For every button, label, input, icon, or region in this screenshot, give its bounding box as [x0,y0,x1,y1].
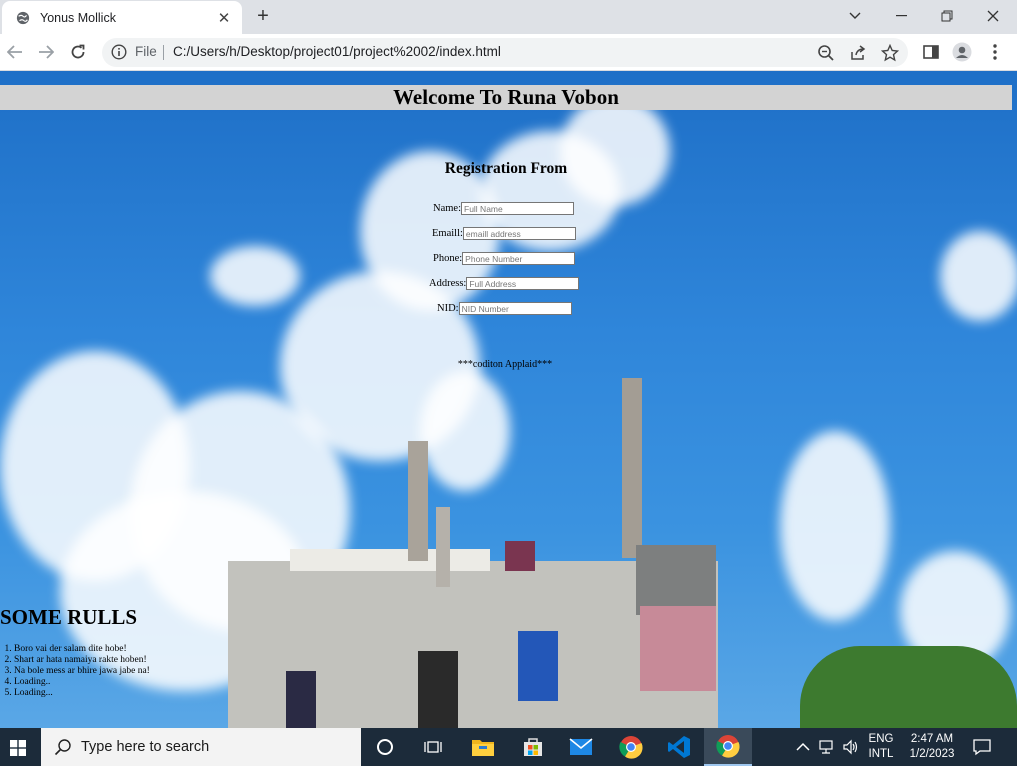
name-label: Name: [433,203,461,214]
bookmark-star-icon[interactable] [881,44,899,62]
rule-item: Boro vai der salam dite hobe! [14,644,150,655]
page-title: Welcome To Runa Vobon [0,85,1012,110]
notification-center-icon[interactable] [972,738,992,756]
cortana-icon[interactable] [361,728,409,766]
show-hidden-icons-chevron-icon[interactable] [796,728,810,766]
side-panel-icon[interactable] [921,42,941,62]
rule-item: Loading.. [14,677,150,688]
language-code: ENG [868,733,894,745]
input-language-indicator[interactable]: ENG INTL [866,732,896,762]
tab-search-chevron-icon[interactable] [832,0,878,32]
window-close-icon[interactable] [970,0,1016,32]
clock-date: 1/2/2023 [909,748,955,760]
rule-item: Shart ar hata namaiya rakte hoben! [14,655,150,666]
tab-strip: Yonus Mollick ✕ + [0,0,1017,34]
rule-item: Na bole mess ar bhire jawa jabe na! [14,666,150,677]
browser-tab[interactable]: Yonus Mollick ✕ [2,1,242,34]
email-label: Emaill: [432,228,463,239]
rules-heading: SOME RULLS [0,605,138,629]
name-field-row: Name: [433,202,574,215]
more-menu-icon[interactable] [985,42,1005,62]
address-bar[interactable]: File C:/Users/h/Desktop/project01/projec… [102,38,908,67]
microsoft-store-icon[interactable] [509,728,557,766]
email-input[interactable] [462,227,576,240]
address-scheme-label: File [135,44,157,59]
vscode-icon[interactable] [655,728,703,766]
chrome-icon[interactable] [607,728,655,766]
address-separator [163,45,164,60]
search-icon [54,739,71,756]
reload-icon[interactable] [67,41,89,63]
page-viewport: Welcome To Runa Vobon Registration From … [0,71,1017,728]
file-explorer-icon[interactable] [459,728,507,766]
chrome-active-icon[interactable] [704,728,752,766]
back-arrow-icon[interactable] [4,41,26,63]
minimize-icon[interactable] [878,0,924,32]
nid-field-row: NID: [437,302,572,315]
address-input[interactable] [466,277,580,290]
profile-avatar-icon[interactable] [952,42,972,62]
search-placeholder: Type here to search [81,739,210,755]
task-view-icon[interactable] [409,728,457,766]
tab-close-icon[interactable]: ✕ [216,9,232,27]
address-url[interactable]: C:/Users/h/Desktop/project01/project%200… [173,44,501,59]
share-icon[interactable] [849,44,867,62]
rule-item: Loading... [14,688,150,699]
address-field-row: Address: [429,277,580,290]
phone-label: Phone: [433,253,463,264]
email-field-row: Emaill: [432,227,576,240]
browser-toolbar: File C:/Users/h/Desktop/project01/projec… [0,34,1017,71]
mail-icon[interactable] [557,728,605,766]
site-info-icon[interactable] [111,44,127,60]
system-clock[interactable]: 2:47 AM 1/2/2023 [902,732,962,762]
windows-taskbar: Type here to search ENG INTL 2:47 AM 1/2… [0,728,1017,766]
condition-note: ***coditon Applaid*** [457,359,553,370]
rules-list: Boro vai der salam dite hobe! Shart ar h… [14,644,150,699]
registration-heading: Registration From [444,160,568,177]
address-label: Address: [429,278,467,289]
clock-time: 2:47 AM [910,733,954,745]
windows-start-icon[interactable] [10,740,26,756]
taskbar-search-box[interactable]: Type here to search [41,728,361,766]
globe-icon [16,11,30,24]
zoom-icon[interactable] [817,44,835,62]
volume-icon[interactable] [842,728,860,766]
phone-input[interactable] [462,252,576,265]
forward-arrow-icon[interactable] [35,41,57,63]
restore-icon[interactable] [924,0,970,32]
nid-label: NID: [437,303,459,314]
new-tab-button[interactable]: + [252,5,274,27]
network-icon[interactable] [818,728,836,766]
nid-input[interactable] [458,302,572,315]
tab-title: Yonus Mollick [40,10,116,25]
name-input[interactable] [461,202,574,215]
keyboard-layout: INTL [868,748,894,760]
phone-field-row: Phone: [433,252,576,265]
